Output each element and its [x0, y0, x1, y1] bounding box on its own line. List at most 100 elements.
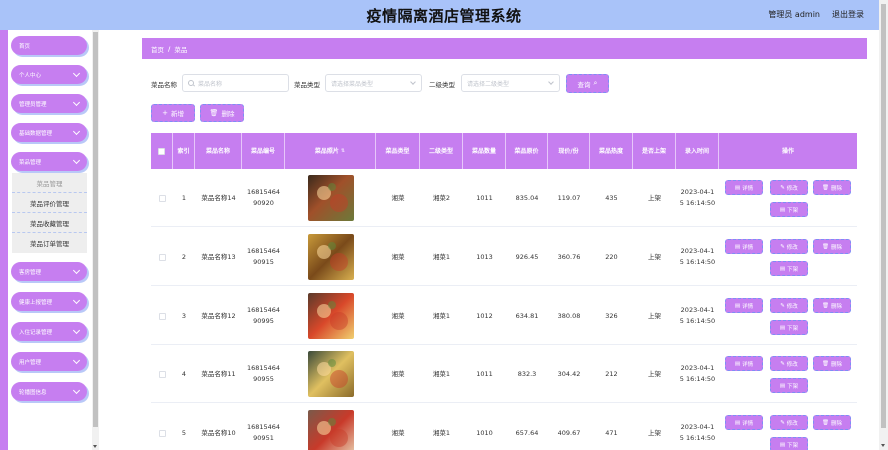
offline-button[interactable]: ▤ 下架: [770, 261, 808, 276]
cell-original-price-text: 926.45: [515, 252, 539, 261]
delete-button[interactable]: 🗑 删除: [813, 180, 851, 195]
sidebar-item-rooms[interactable]: 客房管理: [11, 262, 87, 281]
col-header-label: 操作: [781, 147, 794, 155]
select-all-checkbox[interactable]: [158, 147, 165, 155]
delete-button[interactable]: 🗑 删除: [813, 239, 851, 254]
sidebar-item-carousel[interactable]: 轮播图信息: [11, 382, 87, 401]
breadcrumb: 首页 / 菜品: [142, 38, 867, 59]
detail-button[interactable]: ▤ 详情: [725, 415, 763, 430]
cell-heat-text: 220: [605, 252, 618, 261]
document-icon: ▤: [734, 302, 741, 309]
page-scrollbar[interactable]: [879, 0, 888, 450]
offline-button[interactable]: ▤ 下架: [770, 437, 808, 450]
sidebar-item-health-reports[interactable]: 健康上报管理: [11, 292, 87, 311]
cell-dish-type-text: 湘菜: [391, 428, 405, 437]
cell-heat-text: 471: [605, 428, 618, 437]
sidebar-item-label: 管理员管理: [19, 101, 47, 108]
cell-index: 5: [173, 404, 195, 450]
breadcrumb-separator: /: [168, 44, 171, 53]
cell-subtype-text: 湘菜1: [432, 252, 451, 261]
subtype-select[interactable]: 请选择二级类型: [461, 74, 560, 92]
row-checkbox[interactable]: [158, 253, 166, 261]
row-checkbox[interactable]: [158, 429, 166, 437]
table-header: 索引 菜品名称 菜品编号 菜品照片 ⇅ 菜品类型 二级类型 菜品数量 菜品原价 现…: [151, 133, 857, 169]
trash-icon: 🗑: [822, 302, 829, 309]
detail-button[interactable]: ▤ 详情: [725, 298, 763, 313]
sidebar-item-base-data[interactable]: 基础数据管理: [11, 123, 87, 142]
col-header-label: 菜品类型: [385, 147, 410, 155]
delete-button[interactable]: 🗑 删除: [813, 415, 851, 430]
dish-photo[interactable]: [307, 175, 354, 221]
cell-entry-time: 2023-04-1 5 16:14:50: [676, 287, 719, 345]
submenu-dish-orders[interactable]: 菜品订单管理: [12, 233, 87, 253]
delete-button[interactable]: 🗑 删除: [813, 298, 851, 313]
header-select-all: [151, 133, 173, 169]
scroll-down-arrow-icon[interactable]: [93, 445, 97, 448]
col-header-status: 是否上架: [633, 133, 676, 169]
delete-button[interactable]: 🗑 删除: [813, 356, 851, 371]
scroll-down-arrow-icon[interactable]: [881, 444, 885, 447]
edit-button[interactable]: ✎ 修改: [770, 415, 808, 430]
sidebar-item-checkin-records[interactable]: 入住记录管理: [11, 322, 87, 341]
cell-dish-type-text: 湘菜: [391, 369, 405, 378]
cell-index-text: 3: [181, 311, 187, 320]
cell-entry-time-text: 2023-04-1 5 16:14:50: [679, 364, 716, 383]
cell-original-price: 832.3: [506, 345, 548, 403]
row-checkbox[interactable]: [158, 312, 166, 320]
pencil-icon: ✎: [780, 419, 785, 426]
sidebar-scrollbar[interactable]: [92, 30, 99, 450]
row-checkbox[interactable]: [158, 370, 166, 378]
logout-link[interactable]: 退出登录: [832, 9, 864, 20]
cell-current-price: 380.08: [548, 287, 590, 345]
submenu-dish-favorites[interactable]: 菜品收藏管理: [12, 213, 87, 233]
submenu-dish-management[interactable]: 菜品管理: [12, 173, 87, 193]
edit-button[interactable]: ✎ 修改: [770, 298, 808, 313]
col-header-photo[interactable]: 菜品照片 ⇅: [285, 133, 376, 169]
sort-icon[interactable]: ⇅: [341, 147, 345, 156]
header-user-area: 管理员 admin 退出登录: [768, 9, 864, 20]
scrollbar-thumb[interactable]: [881, 4, 886, 428]
dish-name-input[interactable]: 菜品名称: [182, 74, 289, 92]
dish-type-label: 菜品类型: [294, 81, 320, 89]
detail-button[interactable]: ▤ 详情: [725, 239, 763, 254]
dish-photo[interactable]: [307, 351, 354, 397]
plus-icon: +: [162, 108, 168, 117]
sidebar-item-home[interactable]: 首页: [11, 36, 87, 55]
detail-button[interactable]: ▤ 详情: [725, 356, 763, 371]
sidebar-item-users[interactable]: 用户管理: [11, 352, 87, 371]
add-button[interactable]: + 新增: [151, 104, 195, 122]
sidebar-item-profile[interactable]: 个人中心: [11, 65, 87, 84]
trash-icon: 🗑: [209, 108, 219, 117]
row-checkbox[interactable]: [158, 194, 166, 202]
sidebar-item-admins[interactable]: 管理员管理: [11, 94, 87, 113]
edit-button[interactable]: ✎ 修改: [770, 356, 808, 371]
scrollbar-thumb[interactable]: [93, 32, 98, 427]
col-header-label: 菜品名称: [205, 147, 230, 155]
offline-button[interactable]: ▤ 下架: [770, 320, 808, 335]
batch-delete-button[interactable]: 🗑 删除: [200, 104, 244, 122]
detail-button[interactable]: ▤ 详情: [725, 180, 763, 195]
edit-button-label: 修改: [786, 420, 798, 427]
dish-photo[interactable]: [307, 410, 354, 450]
cell-original-price: 657.64: [506, 404, 548, 450]
document-icon: ▤: [779, 441, 786, 448]
dish-type-select[interactable]: 请选择菜品类型: [325, 74, 422, 92]
offline-button[interactable]: ▤ 下架: [770, 378, 808, 393]
trash-icon: 🗑: [822, 243, 829, 250]
top-header: 疫情隔离酒店管理系统 管理员 admin 退出登录: [0, 0, 888, 30]
breadcrumb-home[interactable]: 首页: [151, 44, 164, 54]
chevron-down-icon: [72, 69, 81, 78]
submenu-dish-reviews[interactable]: 菜品评价管理: [12, 193, 87, 213]
sidebar-item-label: 轮播图信息: [19, 389, 47, 396]
dish-photo[interactable]: [307, 293, 354, 339]
edit-button[interactable]: ✎ 修改: [770, 239, 808, 254]
table-row: 1 菜品名称14 16815464 90920 湘菜 湘菜2 1011 835.04 119.…: [151, 169, 857, 227]
query-button[interactable]: 查询 ⌕: [566, 74, 609, 93]
offline-button[interactable]: ▤ 下架: [770, 202, 808, 217]
pencil-icon: ✎: [780, 184, 785, 191]
dish-photo[interactable]: [307, 234, 354, 280]
col-header-subtype: 二级类型: [420, 133, 463, 169]
sidebar-item-dishes[interactable]: 菜品管理: [11, 152, 87, 171]
cell-checkbox: [151, 404, 173, 450]
edit-button[interactable]: ✎ 修改: [770, 180, 808, 195]
